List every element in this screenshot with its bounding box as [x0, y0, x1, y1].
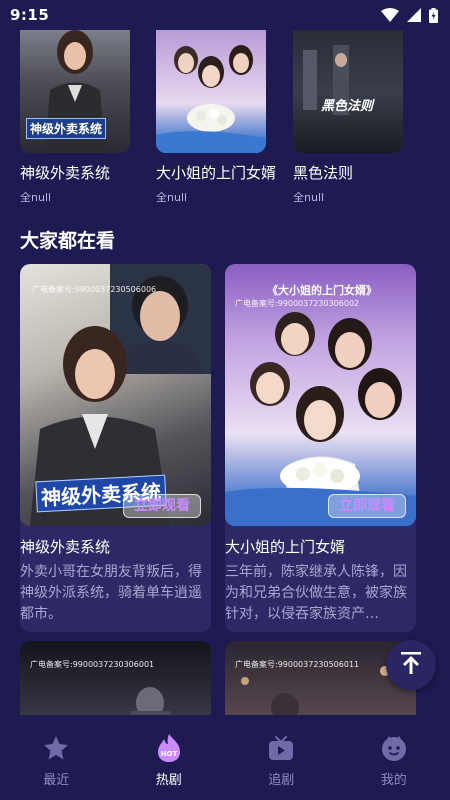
- top-card-poster: 黑色法则: [293, 30, 403, 153]
- poster-title-text: 黑色法则: [321, 99, 374, 114]
- status-bar: 9:15: [0, 0, 450, 30]
- nav-label: 最近: [43, 773, 70, 788]
- svg-text:HOT: HOT: [160, 750, 177, 758]
- top-card-poster: 神级外卖系统: [20, 30, 130, 153]
- nav-tab-recent[interactable]: 最近: [16, 733, 96, 800]
- top-card-title: 神级外卖系统: [20, 164, 111, 182]
- tv-play-icon: [266, 733, 296, 763]
- nav-tab-follow[interactable]: 追剧: [241, 733, 321, 800]
- license-watermark: 广电备案号:9900037230306002: [235, 299, 360, 308]
- wifi-icon: [381, 8, 399, 22]
- drama-title: 神级外卖系统: [20, 538, 111, 556]
- hot-flame-icon: HOT: [154, 733, 184, 763]
- nav-label: 热剧: [155, 773, 182, 788]
- status-icons: [381, 7, 438, 23]
- arrow-up-icon: [400, 651, 422, 679]
- nav-label: 我的: [380, 773, 407, 788]
- watch-now-badge[interactable]: 立即观看: [328, 494, 406, 518]
- nav-tab-mine[interactable]: 我的: [354, 733, 434, 800]
- top-card-episodes: 全null: [293, 191, 325, 204]
- top-card-title: 黑色法则: [293, 164, 354, 182]
- star-icon: [41, 733, 71, 763]
- drama-poster: 广电备案号:9900037230506006 神级外卖系统 立即观看: [20, 264, 211, 526]
- poster-scene-illustration: [130, 687, 170, 721]
- nav-tab-hot[interactable]: HOT 热剧: [129, 733, 209, 800]
- night-street-illustration: [303, 45, 349, 115]
- battery-icon: [429, 7, 438, 23]
- signal-icon: [407, 8, 421, 22]
- scroll-to-top-button[interactable]: [386, 640, 436, 690]
- top-card-title: 大小姐的上门女婿: [156, 164, 277, 182]
- poster-title-text: 《大小姐的上门女婿》: [267, 284, 377, 297]
- drama-title: 大小姐的上门女婿: [225, 538, 346, 556]
- profile-face-icon: [379, 733, 409, 763]
- section-title: 大家都在看: [20, 230, 116, 252]
- poster-scene-illustration: [241, 666, 390, 721]
- top-card-episodes: 全null: [156, 191, 188, 204]
- status-time: 9:15: [10, 6, 50, 24]
- top-card-heise[interactable]: 黑色法则 黑色法则 全null: [293, 30, 403, 205]
- drama-card-partial[interactable]: 广电备案号:9900037230506011: [225, 641, 416, 721]
- cast-group-illustration: [156, 45, 266, 153]
- drama-card-daxiaojie[interactable]: 《大小姐的上门女婿》 广电备案号:9900037230306002 立即观看 大…: [225, 264, 416, 632]
- drama-description: 三年前，陈家继承人陈锋，因为和兄弟合伙做生意，被家族针对，以侵吞家族资产…: [225, 564, 407, 622]
- top-card-shenji[interactable]: 神级外卖系统 神级外卖系统 全null: [20, 30, 130, 205]
- drama-card-shenji[interactable]: 广电备案号:9900037230506006 神级外卖系统 立即观看 神级外卖系…: [20, 264, 211, 632]
- drama-card-partial[interactable]: 广电备案号:9900037230306001: [20, 641, 211, 721]
- drama-description: 外卖小哥在女朋友背叛后，得神级外派系统，骑着单车逍遥都市。: [20, 564, 202, 622]
- poster-title-text: 神级外卖系统: [26, 118, 107, 139]
- top-card-episodes: 全null: [20, 191, 52, 204]
- drama-poster: 《大小姐的上门女婿》 广电备案号:9900037230306002 立即观看: [225, 264, 416, 526]
- top-card-poster: [156, 30, 266, 153]
- top-drama-row: 神级外卖系统 神级外卖系统 全null 大小姐的上门女婿 全null 黑色法则 …: [0, 30, 450, 205]
- watch-now-badge[interactable]: 立即观看: [123, 494, 201, 518]
- top-card-daxiaojie[interactable]: 大小姐的上门女婿 全null: [156, 30, 277, 205]
- license-watermark: 广电备案号:9900037230506006: [32, 285, 157, 294]
- nav-label: 追剧: [268, 773, 295, 788]
- bottom-navigation: 最近 HOT 热剧 追剧 我的: [0, 715, 450, 800]
